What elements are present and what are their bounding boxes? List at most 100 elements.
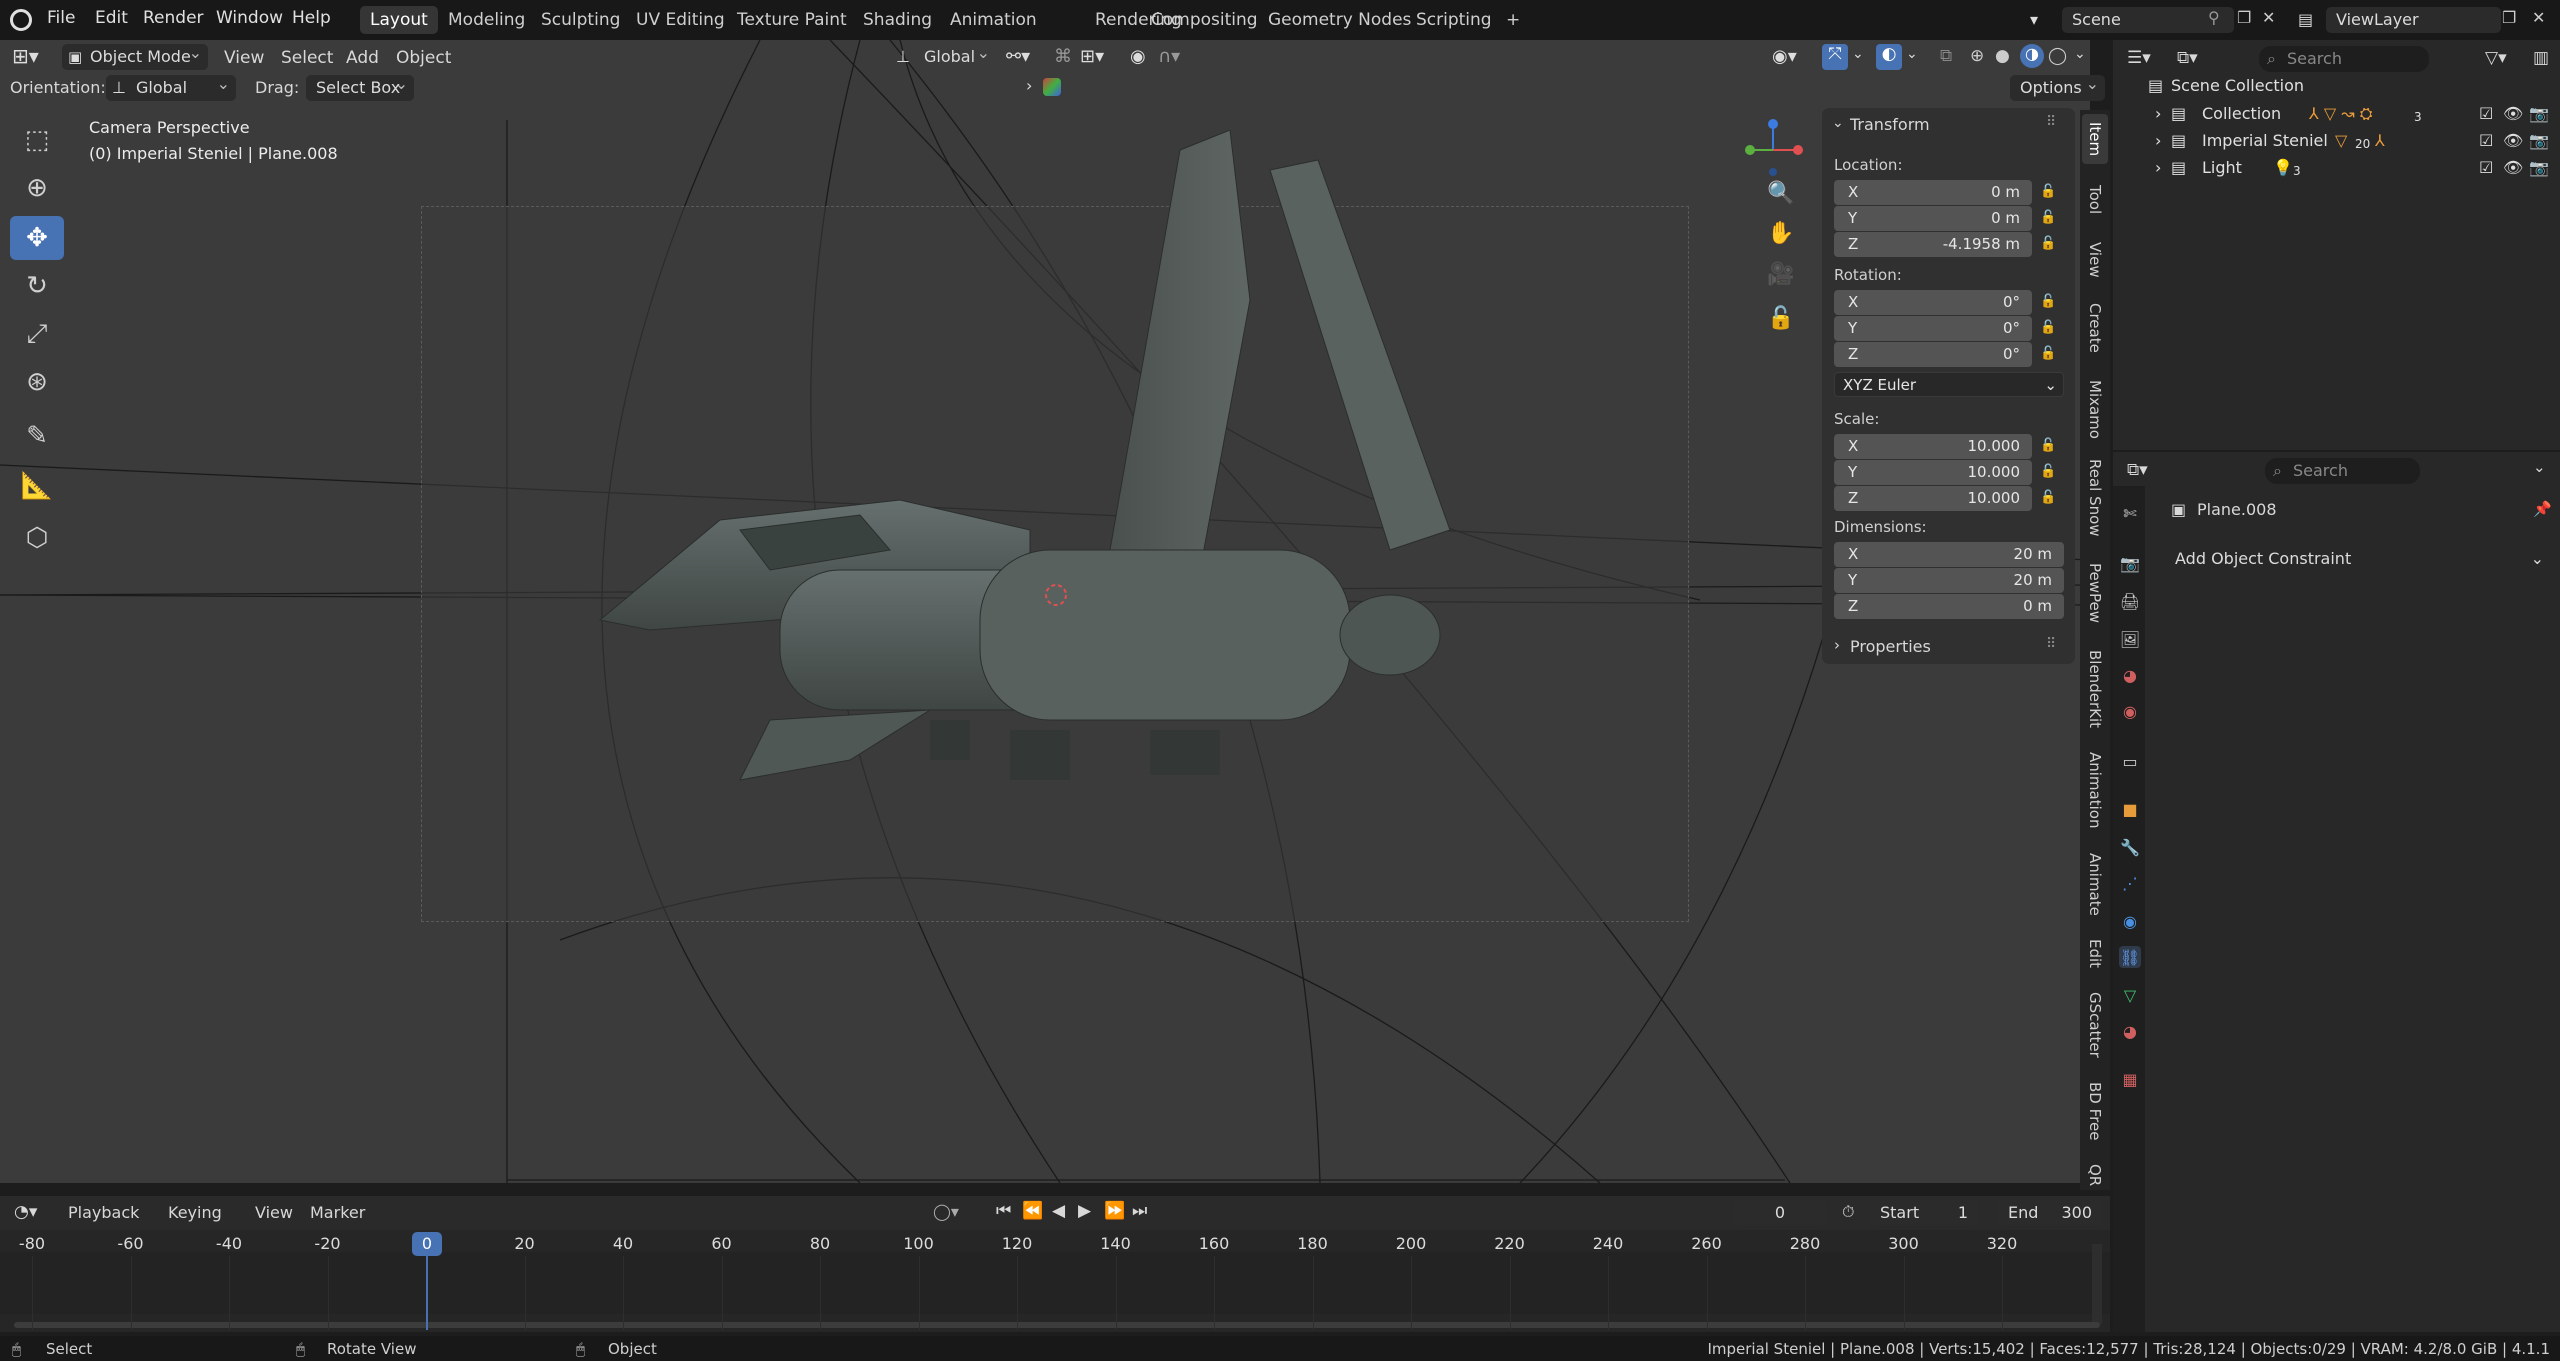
tab-bd-free[interactable]: BD Free (2082, 1078, 2108, 1144)
menu-file[interactable]: File (47, 8, 75, 28)
falloff-icon[interactable]: ∩▾ (1158, 46, 1180, 67)
overlay-toggle-icon[interactable]: ◐ (1876, 44, 1902, 70)
menu-add[interactable]: Add (346, 48, 379, 68)
location-y-field[interactable]: Y 0 m (1834, 206, 2032, 231)
outliner-search-input[interactable]: ⌕ Search (2259, 46, 2429, 72)
dimensions-y-field[interactable]: Y 20 m (1834, 568, 2064, 593)
pivot-icon[interactable]: ⚯▾ (1006, 46, 1030, 67)
addon-cube-icon[interactable] (1043, 78, 1061, 96)
tab-texture-paint[interactable]: Texture Paint (727, 6, 857, 34)
lock-icon[interactable]: 🔓 (2040, 236, 2056, 251)
tab-view[interactable]: View (2082, 236, 2108, 284)
play-reverse-icon[interactable]: ◀ (1052, 1201, 1065, 1221)
rotation-x-field[interactable]: X 0° (1834, 290, 2032, 315)
editor-type-icon[interactable]: ⊞▾ (12, 44, 39, 68)
scale-x-field[interactable]: X 10.000 (1834, 434, 2032, 459)
render-tab-icon[interactable]: 📷 (2119, 552, 2141, 574)
constraints-tab-icon[interactable]: ⛓ (2119, 946, 2141, 968)
tab-animation[interactable]: Animation (940, 6, 1047, 34)
scale-y-field[interactable]: Y 10.000 (1834, 460, 2032, 485)
scene-tab-icon[interactable]: ◕ (2119, 664, 2141, 686)
scale-tool-icon[interactable]: ⤢ (10, 312, 64, 356)
checkbox-icon[interactable]: ☑ (2479, 131, 2493, 150)
lock-icon[interactable]: 🔓 (2040, 184, 2056, 199)
start-frame-field[interactable]: Start 1 (1870, 1200, 1978, 1226)
jump-end-icon[interactable]: ⏭ (1132, 1201, 1147, 1221)
jump-keyframe-forward-icon[interactable]: ⏩ (1104, 1201, 1125, 1221)
xray-icon[interactable]: ⧉ (1940, 46, 1952, 66)
scale-z-field[interactable]: Z 10.000 (1834, 486, 2032, 511)
transform-title[interactable]: Transform (1850, 115, 1930, 134)
tab-sculpting[interactable]: Sculpting (531, 6, 630, 34)
rendered-shading-icon[interactable]: ◯ (2048, 46, 2067, 66)
cursor-icon[interactable]: ⊕ (10, 166, 64, 210)
playhead-indicator[interactable]: 0 (412, 1232, 442, 1256)
add-object-constraint-button[interactable]: Add Object Constraint ⌄ (2165, 546, 2552, 572)
keying-menu[interactable]: Keying (168, 1203, 222, 1222)
render-camera-icon[interactable]: 📷 (2529, 158, 2549, 177)
jump-keyframe-back-icon[interactable]: ⏪ (1022, 1201, 1043, 1221)
tool-tab-icon[interactable]: ✄ (2119, 502, 2141, 524)
location-z-field[interactable]: Z -4.1958 m (1834, 232, 2032, 257)
new-viewlayer-icon[interactable]: ❐ (2502, 8, 2516, 27)
eye-icon[interactable]: 👁 (2503, 158, 2523, 177)
view-layer-tab-icon[interactable]: 🖼 (2119, 628, 2141, 650)
properties-subpanel[interactable]: › Properties ⠿ (1822, 630, 2075, 664)
play-icon[interactable]: ▶ (1078, 1201, 1091, 1221)
select-box-icon[interactable]: ⬚ (10, 118, 64, 162)
rotation-z-field[interactable]: Z 0° (1834, 342, 2032, 367)
annotate-tool-icon[interactable]: ✎ (10, 414, 64, 458)
tab-item[interactable]: Item (2082, 114, 2108, 164)
lock-icon[interactable]: 🔓 (2040, 346, 2056, 361)
tab-shading[interactable]: Shading (853, 6, 942, 34)
options-dropdown[interactable]: Options (2010, 71, 2105, 101)
transform-tool-icon[interactable]: ⊛ (10, 360, 64, 404)
delete-viewlayer-icon[interactable]: ✕ (2532, 8, 2545, 27)
measure-tool-icon[interactable]: 📐 (10, 464, 64, 508)
display-mode-icon[interactable]: ⧉▾ (2177, 48, 2198, 68)
timeline-editor-icon[interactable]: ◔▾ (14, 1202, 37, 1222)
new-collection-icon[interactable]: ▥ (2533, 48, 2549, 68)
rotation-y-field[interactable]: Y 0° (1834, 316, 2032, 341)
tab-geometry-nodes[interactable]: Geometry Nodes (1258, 6, 1421, 34)
outliner-row-collection[interactable]: › ▤ Collection ⅄ ▽ ↝ ⛭ 3 ☑ 👁 📷 (2113, 100, 2560, 127)
orientation-dropdown[interactable]: ⊥ Global (106, 71, 236, 101)
menu-select[interactable]: Select (281, 48, 333, 68)
clock-icon[interactable]: ⏱ (1842, 1202, 1854, 1222)
tab-compositing[interactable]: Compositing (1141, 6, 1268, 34)
gizmo-toggle-icon[interactable]: ⤧ (1822, 44, 1848, 70)
timeline-view-menu[interactable]: View (255, 1203, 293, 1222)
outliner-row-light[interactable]: › ▤ Light 💡 3 ☑ 👁 📷 (2113, 154, 2560, 181)
gizmo-dropdown-icon[interactable]: ⌄ (1852, 46, 1864, 62)
checkbox-icon[interactable]: ☑ (2479, 158, 2493, 177)
pan-hand-icon[interactable]: ✋ (1763, 215, 1799, 251)
drag-handle-icon[interactable]: ⠿ (2046, 636, 2056, 652)
checkbox-icon[interactable]: ☑ (2479, 104, 2493, 123)
output-tab-icon[interactable]: 🖨 (2119, 590, 2141, 612)
tab-pewpew[interactable]: PewPew (2082, 556, 2108, 630)
blender-logo-icon[interactable] (10, 9, 32, 31)
axis-gizmo-icon[interactable] (1740, 118, 1806, 180)
chevron-down-icon[interactable]: ⌄ (2533, 458, 2546, 476)
viewlayer-icon[interactable]: ▤ (2298, 10, 2320, 30)
physics-tab-icon[interactable]: ◉ (2119, 910, 2141, 932)
dimensions-z-field[interactable]: Z 0 m (1834, 594, 2064, 619)
snap-target-icon[interactable]: ⊞▾ (1080, 46, 1104, 67)
pin-icon[interactable]: ⚲ (2208, 8, 2220, 27)
snap-icon[interactable]: ⌘ (1054, 46, 1072, 67)
menu-window[interactable]: Window (216, 8, 283, 28)
modifier-tab-icon[interactable]: 🔧 (2119, 836, 2141, 858)
add-workspace-button[interactable]: + (1496, 6, 1530, 34)
drag-dropdown[interactable]: Select Box (306, 71, 414, 101)
solid-shading-icon[interactable]: ● (1995, 46, 2010, 66)
properties-search-input[interactable]: ⌕ Search (2265, 458, 2420, 484)
timeline-scrollbar[interactable] (2092, 1244, 2102, 1324)
collapse-arrow-icon[interactable]: ⌄ (1832, 115, 1844, 131)
spaceship-model[interactable] (590, 130, 1470, 810)
camera-view-icon[interactable]: 🎥 (1763, 256, 1799, 292)
eye-icon[interactable]: 👁 (2503, 104, 2523, 123)
menu-view[interactable]: View (224, 48, 264, 68)
wireframe-shading-icon[interactable]: ⊕ (1970, 46, 1984, 66)
visibility-icon[interactable]: ◉▾ (1772, 46, 1797, 67)
outliner-editor-icon[interactable]: ☰▾ (2127, 48, 2151, 68)
